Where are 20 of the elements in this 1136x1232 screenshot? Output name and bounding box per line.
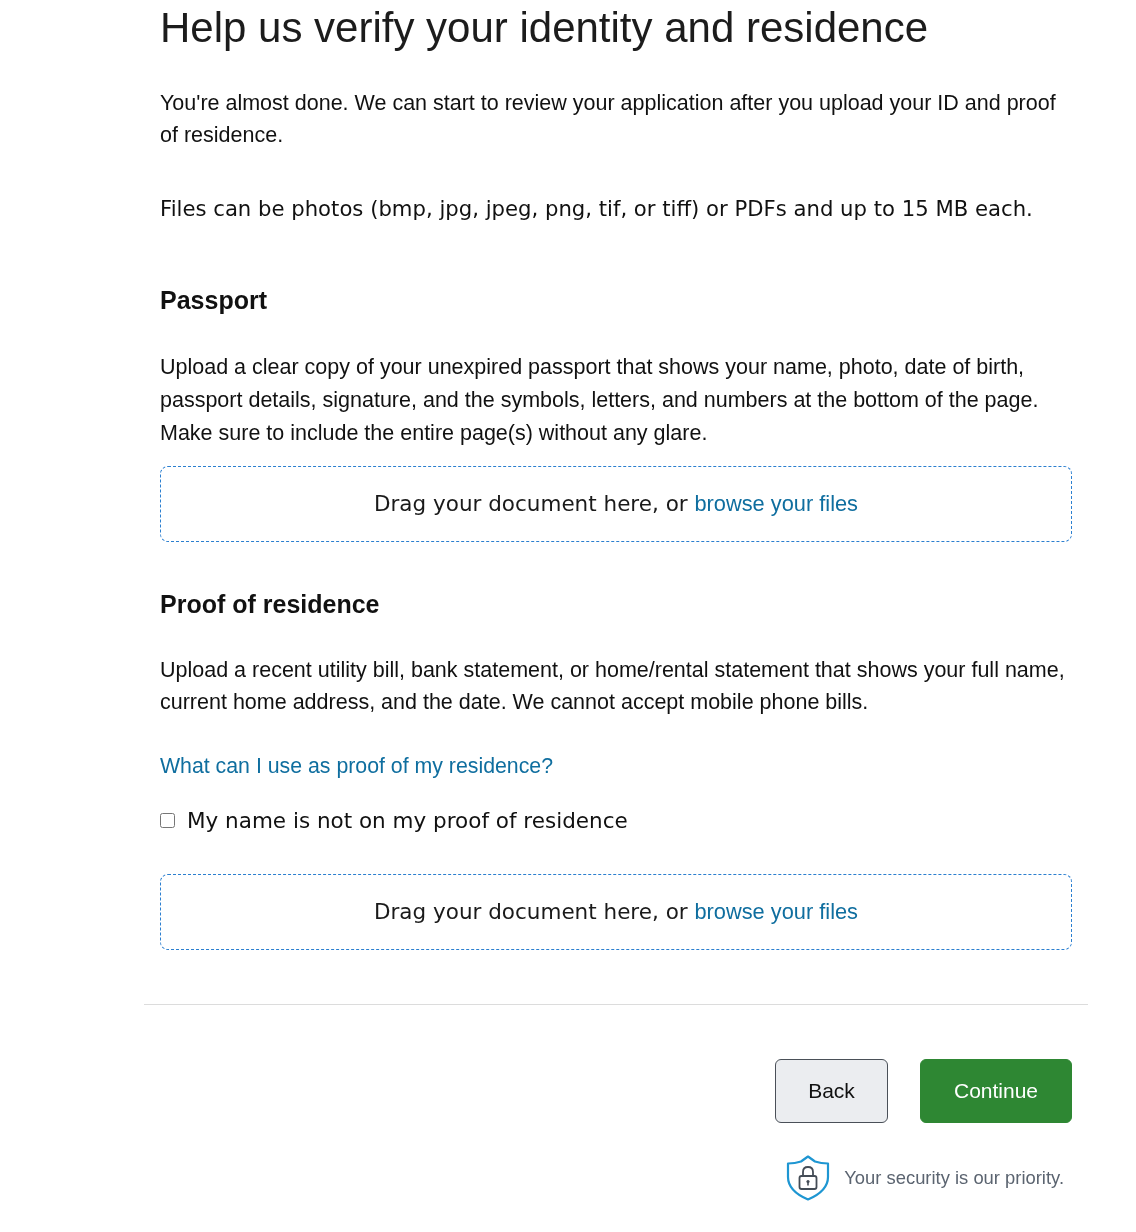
help-link[interactable]: What can I use as proof of my residence?	[160, 750, 553, 782]
section-heading: Passport	[160, 285, 268, 316]
drop-prompt: Drag your document here, or browse your files	[373, 899, 858, 925]
shield-lock-icon	[786, 1155, 831, 1201]
checkbox-label: My name is not on my proof of residence	[187, 807, 628, 833]
back-button[interactable]: Back	[775, 1059, 888, 1123]
browse-files-link[interactable]: browse your files	[694, 491, 858, 516]
file-drop-zone[interactable]: Drag your document here, or browse your files	[160, 466, 1072, 542]
drop-prompt: Drag your document here, or browse your files	[373, 491, 858, 517]
section-description: Upload a clear copy of your unexpired passport that shows your name, photo, date of birth, passport details, signature, and the symbols, letters, and numbers at the bottom of the page. Make sure to include the entire page(s) without any glare.	[160, 354, 1040, 447]
file-requirements-text: Files can be photos (bmp, jpg, jpeg, png, tif, or tiff) or PDFs and up to 15 MB each.	[160, 195, 1034, 223]
intro-text: You're almost done. We can start to review your application after you upload your ID and proof of residence.	[160, 90, 1057, 149]
section-description: Upload a recent utility bill, bank statement, or home/rental statement that shows your full name, current home address, and the date. We cannot accept mobile phone bills.	[160, 657, 1066, 716]
checkbox[interactable]	[160, 812, 175, 828]
security-note: Your security is our priority.	[844, 1167, 1064, 1189]
section-heading: Proof of residence	[160, 589, 381, 620]
continue-button[interactable]: Continue	[920, 1059, 1072, 1123]
page-title: Help us verify your identity and residence	[160, 4, 930, 52]
file-drop-zone[interactable]: Drag your document here, or browse your files	[160, 874, 1072, 950]
browse-files-link[interactable]: browse your files	[694, 899, 858, 924]
